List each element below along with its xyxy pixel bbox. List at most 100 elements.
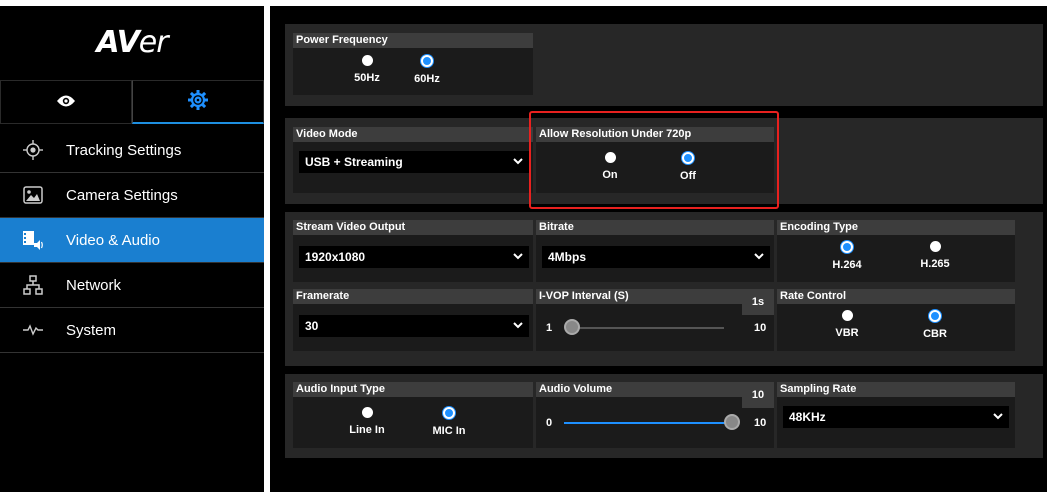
ivop-interval-panel: I-VOP Interval (S) 1s 1 10 xyxy=(536,289,774,351)
radio-dot-selected xyxy=(841,241,853,253)
radio-h265[interactable]: H.265 xyxy=(905,241,965,271)
sidebar-item-video-audio[interactable]: Video & Audio xyxy=(0,218,264,263)
sidebar-item-label: Network xyxy=(66,276,122,294)
video-mode-panel: Video Mode USB + Streaming xyxy=(293,127,533,193)
video-mode-group: Video Mode USB + Streaming Allow Resolut… xyxy=(285,111,1043,209)
framerate-select[interactable]: 30 xyxy=(299,315,529,337)
gear-icon xyxy=(187,89,209,114)
audio-settings-group: Audio Input Type Line In MIC In Audio Vo… xyxy=(285,374,1043,458)
radio-vbr[interactable]: VBR xyxy=(817,310,877,340)
volume-slider-handle[interactable] xyxy=(724,414,740,430)
sidebar-item-camera-settings[interactable]: Camera Settings xyxy=(0,173,264,218)
select-value: 4Mbps xyxy=(548,250,587,264)
stream-output-panel: Stream Video Output 1920x1080 xyxy=(293,220,533,282)
ivop-slider-track xyxy=(566,327,724,329)
framerate-title: Framerate xyxy=(293,289,533,304)
logo-text-bold: AV xyxy=(96,24,139,60)
highlight-frame xyxy=(529,111,779,209)
chevron-down-icon xyxy=(513,319,523,333)
radio-label: H.264 xyxy=(832,259,862,271)
ivop-max-label: 10 xyxy=(754,322,767,334)
radio-dot xyxy=(361,55,373,66)
radio-label: H.265 xyxy=(920,258,950,270)
radio-cbr[interactable]: CBR xyxy=(905,310,965,340)
chevron-down-icon xyxy=(993,410,1003,424)
mode-tabs xyxy=(0,80,264,124)
sidebar-item-tracking-settings[interactable]: Tracking Settings xyxy=(0,128,264,173)
radio-dot xyxy=(929,241,941,252)
sidebar-item-network[interactable]: Network xyxy=(0,263,264,308)
bitrate-panel: Bitrate 4Mbps xyxy=(536,220,774,282)
volume-min-label: 0 xyxy=(546,417,553,429)
sampling-rate-panel: Sampling Rate 48KHz xyxy=(777,382,1015,448)
radio-label: 60Hz xyxy=(414,73,440,85)
ivop-slider-handle[interactable] xyxy=(564,319,580,335)
volume-value-tag: 10 xyxy=(742,382,774,408)
select-value: 48KHz xyxy=(789,410,826,424)
stream-settings-group: Stream Video Output 1920x1080 Bitrate 4M… xyxy=(285,212,1043,366)
select-value: USB + Streaming xyxy=(305,155,403,169)
video-mode-title: Video Mode xyxy=(293,127,533,142)
sidebar-item-label: Tracking Settings xyxy=(66,141,182,159)
audio-input-panel: Audio Input Type Line In MIC In xyxy=(293,382,533,448)
chevron-down-icon xyxy=(513,155,523,169)
radio-60hz[interactable]: 60Hz xyxy=(397,55,457,85)
radio-label: Line In xyxy=(349,424,385,436)
audio-volume-panel: Audio Volume 10 0 10 xyxy=(536,382,774,448)
radio-dot xyxy=(361,407,373,418)
radio-line-in[interactable]: Line In xyxy=(337,407,397,437)
ivop-min-label: 1 xyxy=(546,322,553,334)
radio-50hz[interactable]: 50Hz xyxy=(337,55,397,85)
ivop-value-tag: 1s xyxy=(742,289,774,315)
radio-label: 50Hz xyxy=(354,72,380,84)
target-icon xyxy=(22,139,44,161)
rate-control-panel: Rate Control VBR CBR xyxy=(777,289,1015,351)
tab-settings[interactable] xyxy=(132,80,264,124)
bitrate-select[interactable]: 4Mbps xyxy=(542,246,770,268)
rate-control-title: Rate Control xyxy=(777,289,1015,304)
network-icon xyxy=(22,274,44,296)
audio-volume-title: Audio Volume xyxy=(536,382,774,397)
power-frequency-group: Power Frequency 50Hz 60Hz xyxy=(285,24,1043,106)
audio-input-title: Audio Input Type xyxy=(293,382,533,397)
chevron-down-icon xyxy=(513,250,523,264)
radio-dot-selected xyxy=(421,55,433,67)
sidebar-item-system[interactable]: System xyxy=(0,308,264,353)
power-frequency-panel: Power Frequency 50Hz 60Hz xyxy=(293,33,533,95)
radio-mic-in[interactable]: MIC In xyxy=(419,407,479,437)
select-value: 30 xyxy=(305,319,319,333)
encoding-type-title: Encoding Type xyxy=(777,220,1015,235)
radio-label: MIC In xyxy=(432,425,466,437)
pulse-icon xyxy=(22,319,44,341)
encoding-type-panel: Encoding Type H.264 H.265 xyxy=(777,220,1015,282)
select-value: 1920x1080 xyxy=(305,250,366,264)
volume-max-label: 10 xyxy=(754,417,767,429)
radio-label: CBR xyxy=(923,328,947,340)
radio-dot xyxy=(841,310,853,321)
aver-logo: AV er xyxy=(0,6,264,78)
sidebar: AVer Tracking Settings Camera Settings xyxy=(0,6,264,492)
logo-text-rest: er xyxy=(138,24,169,60)
power-frequency-title: Power Frequency xyxy=(293,33,533,48)
radio-dot-selected xyxy=(929,310,941,322)
video-audio-icon xyxy=(22,229,44,251)
sidebar-item-label: Camera Settings xyxy=(66,186,178,204)
sampling-rate-title: Sampling Rate xyxy=(777,382,1015,397)
radio-label: VBR xyxy=(835,327,859,339)
nav-list: Tracking Settings Camera Settings Video … xyxy=(0,128,264,353)
bitrate-title: Bitrate xyxy=(536,220,774,235)
radio-h264[interactable]: H.264 xyxy=(817,241,877,271)
tab-view[interactable] xyxy=(0,80,132,124)
video-mode-select[interactable]: USB + Streaming xyxy=(299,151,529,173)
volume-slider-track xyxy=(564,422,732,424)
eye-icon xyxy=(56,94,76,111)
stream-output-select[interactable]: 1920x1080 xyxy=(299,246,529,268)
sidebar-item-label: System xyxy=(66,321,117,339)
framerate-panel: Framerate 30 xyxy=(293,289,533,351)
radio-dot-selected xyxy=(443,407,455,419)
ivop-interval-title: I-VOP Interval (S) xyxy=(536,289,774,304)
main-content: Power Frequency 50Hz 60Hz Video Mode USB… xyxy=(270,6,1047,492)
sampling-rate-select[interactable]: 48KHz xyxy=(783,406,1009,428)
stream-output-title: Stream Video Output xyxy=(293,220,533,235)
sidebar-item-label: Video & Audio xyxy=(66,231,160,249)
